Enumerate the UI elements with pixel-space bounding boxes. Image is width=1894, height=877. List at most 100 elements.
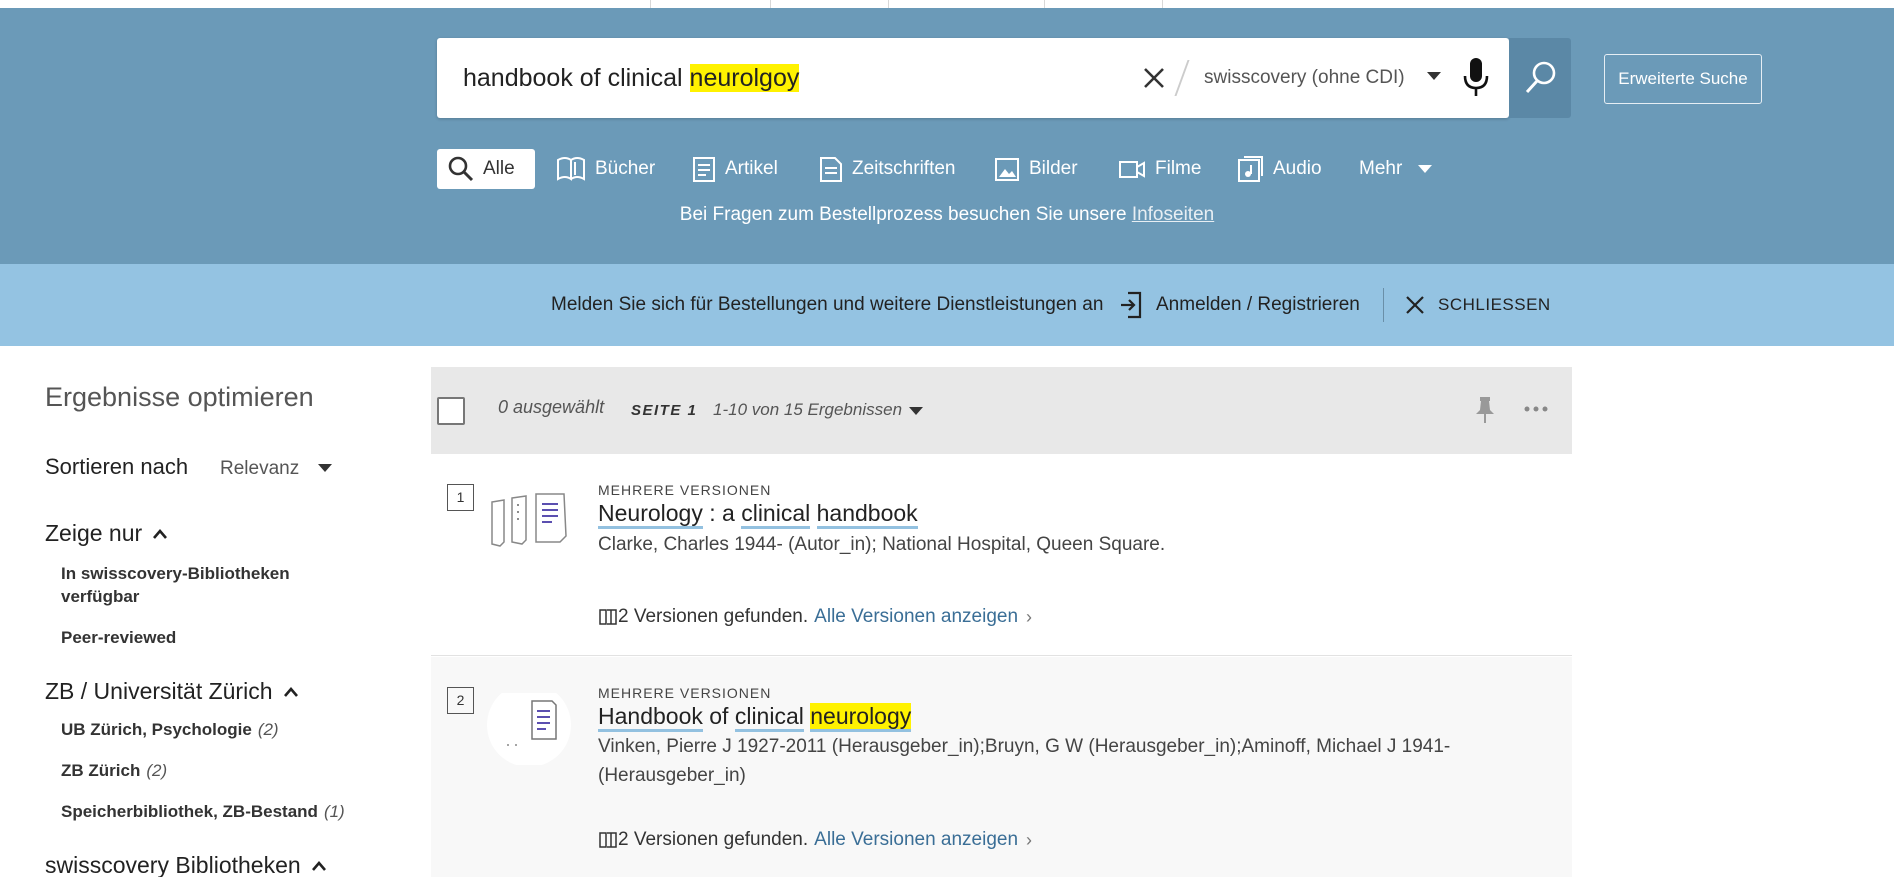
result-title-link[interactable]: Handbook of clinical neurology [598, 703, 912, 732]
pin-button[interactable] [1473, 395, 1497, 425]
sort-label: Sortieren nach [45, 454, 189, 479]
title-sep: of [702, 703, 735, 729]
show-all-versions-link[interactable]: Alle Versionen anzeigen [814, 606, 1018, 628]
facet-item-peer-reviewed[interactable]: Peer-reviewed [61, 626, 176, 649]
video-icon [1119, 161, 1145, 178]
facet-heading-zb[interactable]: ZB / Universität Zürich [45, 678, 299, 705]
result-type: MEHRERE VERSIONEN [598, 482, 772, 498]
selected-count: 0 ausgewählt [498, 397, 605, 417]
journal-icon [820, 157, 842, 182]
facet-item-count: (2) [146, 761, 168, 780]
result-authors: Clarke, Charles 1944- (Autor_in); Nation… [598, 534, 1166, 555]
info-line: Bei Fragen zum Bestellprozess besuchen S… [0, 204, 1894, 226]
top-divider [1044, 0, 1045, 8]
title-sep [810, 500, 816, 526]
advanced-search-button[interactable]: Erweiterte Suche [1604, 54, 1762, 104]
facet-item-label: Peer-reviewed [61, 628, 177, 647]
chevron-down-icon[interactable] [1427, 72, 1441, 80]
tab-filme[interactable]: Filme [1117, 149, 1201, 189]
search-scope-select[interactable]: swisscovery (ohne CDI) [1204, 38, 1405, 118]
login-button[interactable]: Anmelden / Registrieren [1118, 288, 1360, 322]
facet-item-label: UB Zürich, Psychologie [61, 720, 252, 739]
facet-heading-libraries[interactable]: swisscovery Bibliotheken [45, 852, 327, 877]
result-title-link[interactable]: Neurology : a clinical handbook [598, 500, 918, 529]
tab-label: Bilder [1029, 158, 1078, 179]
search-box: handbook of clinical neurolgoy swisscove… [437, 38, 1571, 118]
tab-bilder[interactable]: Bilder [993, 149, 1078, 189]
versions-text: 2 Versionen gefunden. [618, 829, 809, 850]
voice-search-button[interactable] [1459, 56, 1493, 100]
search-header: handbook of clinical neurolgoy swisscove… [0, 8, 1894, 264]
more-actions-button[interactable] [1523, 401, 1549, 417]
facet-item-ub-psychologie[interactable]: UB Zürich, Psychologie (2) [61, 718, 279, 741]
result-item: 2 MEHRERE VERSIONEN Handbook of clinical… [431, 657, 1572, 877]
title-word: Handbook [598, 703, 703, 732]
facet-item-label: In swisscovery-Bibliotheken verfügbar [61, 564, 290, 606]
title-word-highlight: neurology [810, 703, 912, 732]
multiple-versions-thumbnail-icon [487, 693, 571, 765]
facet-item-zb-zuerich[interactable]: ZB Zürich (2) [61, 759, 167, 782]
result-number: 2 [447, 687, 474, 714]
sidebar-title: Ergebnisse optimieren [45, 382, 314, 412]
facet-item-count: (2) [257, 720, 279, 739]
chevron-up-icon [283, 686, 298, 697]
banner-text: Melden Sie sich für Bestellungen und wei… [551, 294, 1104, 315]
search-button[interactable] [1509, 38, 1571, 118]
chevron-up-icon [311, 860, 326, 871]
show-all-versions-link[interactable]: Alle Versionen anzeigen [814, 829, 1018, 851]
title-word: clinical [734, 703, 804, 732]
tab-label: Filme [1155, 158, 1202, 179]
result-number: 1 [447, 484, 474, 511]
select-all-checkbox[interactable] [437, 397, 465, 425]
tab-artikel[interactable]: Artikel [691, 149, 778, 189]
chevron-down-icon[interactable] [318, 464, 332, 472]
search-query-highlight: neurolgoy [689, 64, 800, 92]
sign-in-icon [1121, 291, 1142, 319]
chevron-down-icon[interactable] [909, 407, 923, 415]
chevron-right-icon: › [1026, 606, 1033, 627]
close-icon [1144, 68, 1164, 88]
tab-alle[interactable]: Alle [437, 149, 535, 189]
tab-buecher[interactable]: Bücher [555, 149, 655, 189]
login-label: Anmelden / Registrieren [1156, 294, 1360, 315]
facet-item-label: Speicherbibliothek, ZB-Bestand [61, 802, 318, 821]
result-type: MEHRERE VERSIONEN [598, 685, 772, 701]
chevron-up-icon [153, 528, 168, 539]
top-divider [888, 0, 889, 8]
close-banner-button[interactable]: SCHLIESSEN [1404, 288, 1551, 322]
top-divider [650, 0, 651, 8]
facet-heading-show-only[interactable]: Zeige nur [45, 520, 168, 547]
tab-zeitschriften[interactable]: Zeitschriften [818, 149, 955, 189]
result-authors: Vinken, Pierre J 1927-2011 (Herausgeber_… [598, 736, 1451, 786]
tab-label: Artikel [725, 158, 778, 179]
versions-text: 2 Versionen gefunden. [618, 606, 809, 627]
facet-heading-label: swisscovery Bibliotheken [45, 852, 301, 877]
results-range-select[interactable]: 1-10 von 15 Ergebnissen [713, 400, 902, 420]
title-word: Neurology [598, 500, 703, 529]
search-input[interactable]: handbook of clinical neurolgoy [463, 38, 800, 118]
title-sep: : a [702, 500, 742, 526]
microphone-icon [1463, 58, 1489, 96]
clear-search-button[interactable] [1137, 60, 1171, 96]
result-versions: 2 Versionen gefunden. Alle Versionen anz… [598, 606, 1032, 628]
tab-label: Bücher [595, 158, 656, 179]
versions-icon [599, 832, 617, 848]
results-toolbar: 0 ausgewählt SEITE 1 1-10 von 15 Ergebni… [431, 367, 1572, 454]
info-text: Bei Fragen zum Bestellprozess besuchen S… [679, 204, 1132, 225]
image-icon [995, 158, 1019, 181]
versions-icon [599, 609, 617, 625]
tab-audio[interactable]: Audio [1237, 149, 1322, 189]
info-link[interactable]: Infoseiten [1132, 204, 1214, 225]
facet-item-label: ZB Zürich [61, 761, 141, 780]
scope-separator [1174, 60, 1190, 96]
page-label: SEITE 1 [631, 402, 698, 419]
top-divider [770, 0, 771, 8]
tab-mehr[interactable]: Mehr [1359, 149, 1433, 189]
facet-item-speicherbibliothek[interactable]: Speicherbibliothek, ZB-Bestand (1) [61, 800, 345, 823]
search-icon [1525, 61, 1556, 94]
sort-select[interactable]: Relevanz [220, 458, 299, 480]
title-word: handbook [816, 500, 918, 529]
book-icon [557, 157, 585, 181]
facet-item-available[interactable]: In swisscovery-Bibliotheken verfügbar [61, 562, 321, 608]
top-divider [1162, 0, 1163, 8]
